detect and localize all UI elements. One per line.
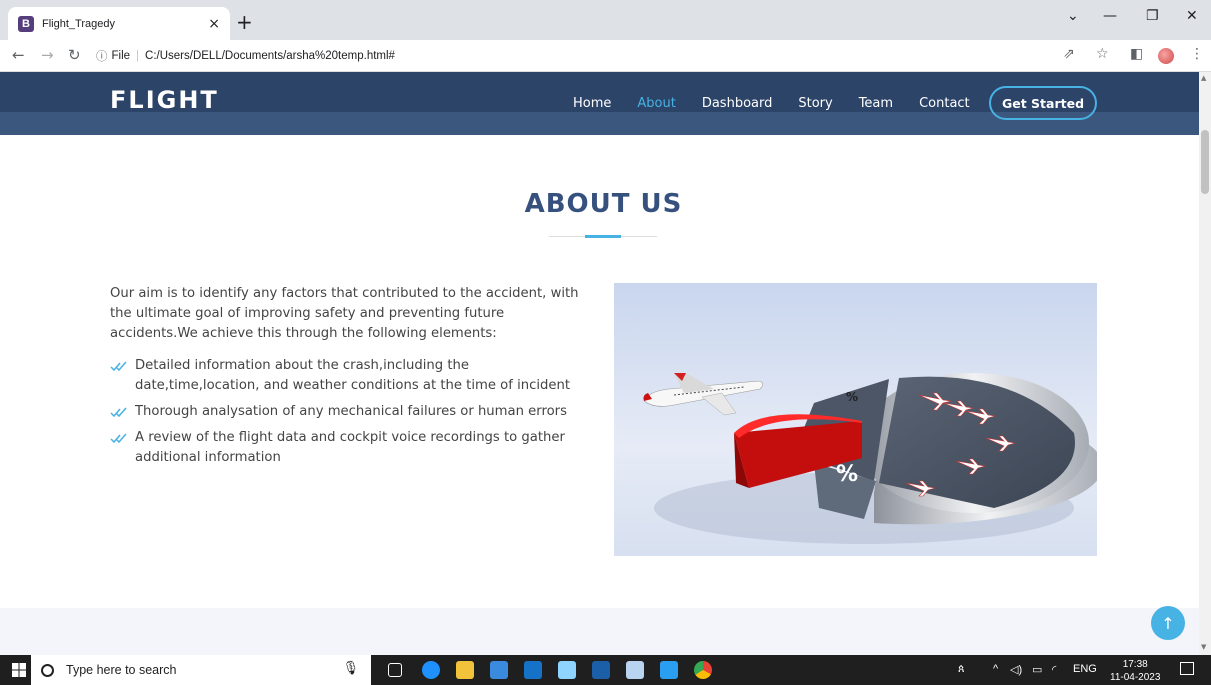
kebab-menu-icon[interactable]: ⋮ (1190, 46, 1204, 62)
new-tab-button[interactable]: + (236, 10, 253, 34)
url-field[interactable]: ⓘ File | C:/Users/DELL/Documents/arsha%2… (96, 44, 1096, 68)
volume-icon[interactable]: ◁) (1010, 663, 1022, 676)
scroll-down-icon[interactable]: ▼ (1201, 643, 1206, 651)
windows-taskbar: Type here to search 🎙 ጰ ^ ◁) ▭ ◜ ENG 17:… (0, 655, 1211, 685)
page-viewport: FLIGHT Home About Dashboard Story Team C… (0, 72, 1199, 655)
notification-icon[interactable] (1180, 662, 1194, 675)
double-check-icon (110, 407, 127, 418)
info-icon[interactable]: ⓘ (96, 48, 108, 64)
taskbar-search-placeholder: Type here to search (66, 663, 177, 677)
language-indicator[interactable]: ENG (1073, 663, 1097, 675)
next-section-band (0, 608, 1199, 655)
windows-start-icon[interactable] (12, 663, 26, 677)
scroll-up-icon[interactable]: ▲ (1201, 74, 1206, 82)
url-text: C:/Users/DELL/Documents/arsha%20temp.htm… (145, 50, 395, 62)
browser-tab-strip: B Flight_Tragedy × + ⌄ — ❐ ✕ (0, 0, 1211, 40)
url-separator: | (136, 50, 140, 62)
sidebar-icon[interactable]: ◧ (1130, 46, 1143, 62)
photos-icon[interactable] (592, 661, 610, 679)
site-logo[interactable]: FLIGHT (110, 86, 219, 114)
plane-pie-chart-illustration: % % (614, 283, 1097, 556)
task-view-icon[interactable] (388, 663, 402, 677)
about-text-block: Our aim is to identify any factors that … (110, 284, 588, 474)
address-bar-row: ← → ↻ ⓘ File | C:/Users/DELL/Documents/a… (0, 40, 1211, 72)
microphone-icon[interactable]: 🎙 (342, 661, 359, 676)
file-explorer-icon[interactable] (456, 661, 474, 679)
clock-date: 11-04-2023 (1110, 672, 1161, 683)
minimize-icon[interactable]: — (1103, 8, 1117, 24)
mail-icon[interactable] (524, 661, 542, 679)
main-nav: Home About Dashboard Story Team Contact (560, 72, 983, 135)
about-intro: Our aim is to identify any factors that … (110, 286, 579, 341)
nav-about[interactable]: About (637, 96, 675, 111)
taskbar-search-box[interactable]: Type here to search 🎙 (31, 655, 371, 685)
tab-close-icon[interactable]: × (208, 16, 220, 32)
chrome-icon[interactable] (694, 661, 712, 679)
scrollbar-thumb[interactable] (1201, 130, 1209, 194)
list-item-text: Thorough analysation of any mechanical f… (135, 404, 567, 419)
list-item: A review of the flight data and cockpit … (110, 428, 588, 468)
store-icon[interactable] (490, 661, 508, 679)
nav-story[interactable]: Story (798, 96, 832, 111)
edge-icon[interactable] (422, 661, 440, 679)
nav-contact[interactable]: Contact (919, 96, 970, 111)
double-check-icon (110, 433, 127, 444)
tab-search-icon[interactable]: ⌄ (1067, 8, 1079, 24)
nav-dashboard[interactable]: Dashboard (702, 96, 773, 111)
tab-title: Flight_Tragedy (42, 17, 115, 30)
browser-tab[interactable]: B Flight_Tragedy × (8, 7, 230, 40)
forward-arrow-icon[interactable]: → (41, 46, 54, 64)
list-item: Detailed information about the crash,inc… (110, 356, 588, 396)
svg-text:%: % (836, 462, 858, 487)
vscode-icon[interactable] (660, 661, 678, 679)
double-check-icon (110, 361, 127, 372)
taskbar-clock[interactable]: 17:38 11-04-2023 (1110, 658, 1160, 684)
close-icon[interactable]: ✕ (1186, 8, 1198, 24)
back-arrow-icon[interactable]: ← (12, 46, 25, 64)
title-divider-accent (585, 235, 621, 238)
svg-text:%: % (846, 390, 858, 404)
site-header: FLIGHT Home About Dashboard Story Team C… (0, 72, 1199, 135)
cortana-icon (41, 663, 54, 677)
people-icon[interactable]: ጰ (958, 663, 965, 676)
battery-icon[interactable]: ▭ (1032, 663, 1042, 676)
back-to-top-button[interactable]: ↑ (1151, 606, 1185, 640)
bootstrap-favicon-icon: B (18, 15, 34, 32)
list-item-text: Detailed information about the crash,inc… (135, 358, 571, 393)
reload-icon[interactable]: ↻ (68, 46, 81, 64)
about-section-title: ABOUT US (524, 189, 683, 219)
wifi-icon[interactable]: ◜ (1052, 663, 1056, 676)
star-icon[interactable]: ☆ (1096, 46, 1109, 62)
nav-home[interactable]: Home (573, 96, 611, 111)
get-started-button[interactable]: Get Started (989, 86, 1097, 120)
app-icon[interactable] (626, 661, 644, 679)
url-scheme-label: File (111, 50, 131, 62)
profile-avatar[interactable] (1158, 48, 1174, 64)
nav-team[interactable]: Team (859, 96, 893, 111)
tray-chevron-icon[interactable]: ^ (993, 663, 998, 675)
list-item: Thorough analysation of any mechanical f… (110, 402, 588, 422)
share-icon[interactable]: ⇗ (1063, 46, 1075, 62)
page-scrollbar[interactable]: ▲ ▼ (1199, 72, 1211, 655)
clock-time: 17:38 (1122, 659, 1148, 670)
snip-icon[interactable] (558, 661, 576, 679)
list-item-text: A review of the flight data and cockpit … (135, 430, 565, 465)
about-list: Detailed information about the crash,inc… (110, 356, 588, 468)
restore-icon[interactable]: ❐ (1146, 8, 1159, 24)
